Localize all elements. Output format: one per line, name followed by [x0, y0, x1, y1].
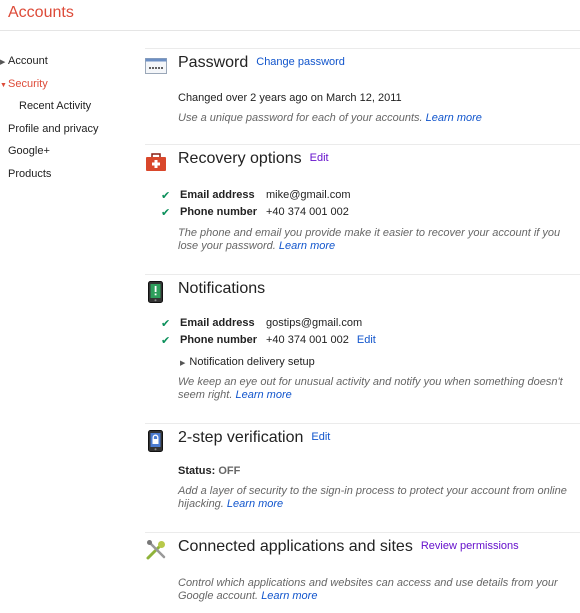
notifications-section: Notifications ✔ Email address gostips@gm… — [145, 274, 580, 404]
check-icon: ✔ — [161, 207, 171, 219]
check-icon: ✔ — [161, 190, 171, 202]
connected-header: Connected applications and sites Review p… — [145, 532, 580, 563]
recovery-section: Recovery options Edit ✔ Email address mik… — [145, 144, 580, 259]
note-text: Control which applications and websites … — [178, 577, 558, 602]
title-bar: Accounts — [0, 0, 580, 31]
sidebar-item-label: Account — [8, 55, 48, 67]
notifications-note: We keep an eye out for unusual activity … — [178, 376, 578, 402]
learn-more-link[interactable]: Learn more — [227, 498, 283, 510]
expand-arrow-icon: ▶ — [180, 360, 186, 367]
status-value: OFF — [218, 465, 241, 477]
phone-alert-icon — [148, 281, 163, 303]
notifications-phone-row: +40 374 001 002 Edit — [266, 334, 376, 346]
recovery-edit-link[interactable]: Edit — [310, 152, 329, 164]
password-header: Password Change password — [145, 48, 580, 79]
two-step-section: 2-step verification Edit Status: OFF Add … — [145, 423, 580, 518]
notifications-phone-label: Phone number — [180, 334, 258, 346]
learn-more-link[interactable]: Learn more — [261, 590, 317, 602]
lock-phone-icon — [148, 430, 163, 452]
two-step-title: 2-step verification — [178, 429, 304, 446]
check-icon: ✔ — [161, 335, 171, 347]
delivery-setup-label: Notification delivery setup — [189, 356, 315, 368]
recovery-header: Recovery options Edit — [145, 144, 580, 175]
two-step-header: 2-step verification Edit — [145, 423, 580, 454]
password-note: Use a unique password for each of your a… — [178, 112, 578, 125]
first-aid-kit-icon — [146, 153, 166, 171]
notifications-email-value: gostips@gmail.com — [266, 317, 363, 329]
recovery-phone-label: Phone number — [180, 206, 258, 218]
recovery-phone-value: +40 374 001 002 — [266, 206, 349, 218]
note-text: The phone and email you provide make it … — [178, 227, 561, 252]
sidebar-item-products[interactable]: Products — [8, 168, 51, 180]
notifications-phone-edit-link[interactable]: Edit — [357, 334, 376, 346]
learn-more-link[interactable]: Learn more — [426, 112, 482, 124]
collapse-arrow-icon: ▼ — [0, 82, 7, 89]
two-step-note: Add a layer of security to the sign-in p… — [178, 485, 578, 511]
notification-delivery-setup[interactable]: ▶ Notification delivery setup — [180, 356, 315, 368]
sidebar-item-security[interactable]: ▼Security — [0, 78, 48, 90]
connected-section: Connected applications and sites Review p… — [145, 532, 580, 613]
recovery-note: The phone and email you provide make it … — [178, 227, 578, 253]
check-icon: ✔ — [161, 318, 171, 330]
sidebar-item-label: Security — [8, 78, 48, 90]
password-section: Password Change password Changed over 2 y… — [145, 48, 580, 128]
note-text: Use a unique password for each of your a… — [178, 112, 423, 124]
two-step-status: Status: OFF — [178, 465, 240, 477]
expand-arrow-icon: ▶ — [0, 59, 6, 66]
notifications-phone-value: +40 374 001 002 — [266, 334, 349, 346]
learn-more-link[interactable]: Learn more — [279, 240, 335, 252]
tools-icon — [146, 540, 166, 560]
recovery-title: Recovery options — [178, 150, 302, 167]
recovery-email-label: Email address — [180, 189, 255, 201]
review-permissions-link[interactable]: Review permissions — [421, 540, 519, 552]
connected-note: Control which applications and websites … — [178, 577, 578, 603]
notifications-header: Notifications — [145, 274, 580, 305]
notifications-title: Notifications — [178, 280, 266, 297]
recovery-email-value: mike@gmail.com — [266, 189, 351, 201]
change-password-link[interactable]: Change password — [256, 56, 345, 68]
notifications-email-label: Email address — [180, 317, 255, 329]
password-dots-icon — [145, 58, 167, 74]
sidebar-item-recent-activity[interactable]: Recent Activity — [19, 100, 91, 112]
sidebar-item-account[interactable]: ▶ Account — [0, 55, 48, 67]
password-changed-text: Changed over 2 years ago on March 12, 20… — [178, 92, 402, 104]
sidebar-item-google-plus[interactable]: Google+ — [8, 145, 50, 157]
app-title: Accounts — [8, 4, 74, 21]
sidebar-item-profile-privacy[interactable]: Profile and privacy — [8, 123, 99, 135]
status-label: Status: — [178, 465, 216, 477]
two-step-edit-link[interactable]: Edit — [311, 431, 330, 443]
learn-more-link[interactable]: Learn more — [235, 389, 291, 401]
password-title: Password — [178, 54, 249, 71]
connected-title: Connected applications and sites — [178, 538, 413, 555]
